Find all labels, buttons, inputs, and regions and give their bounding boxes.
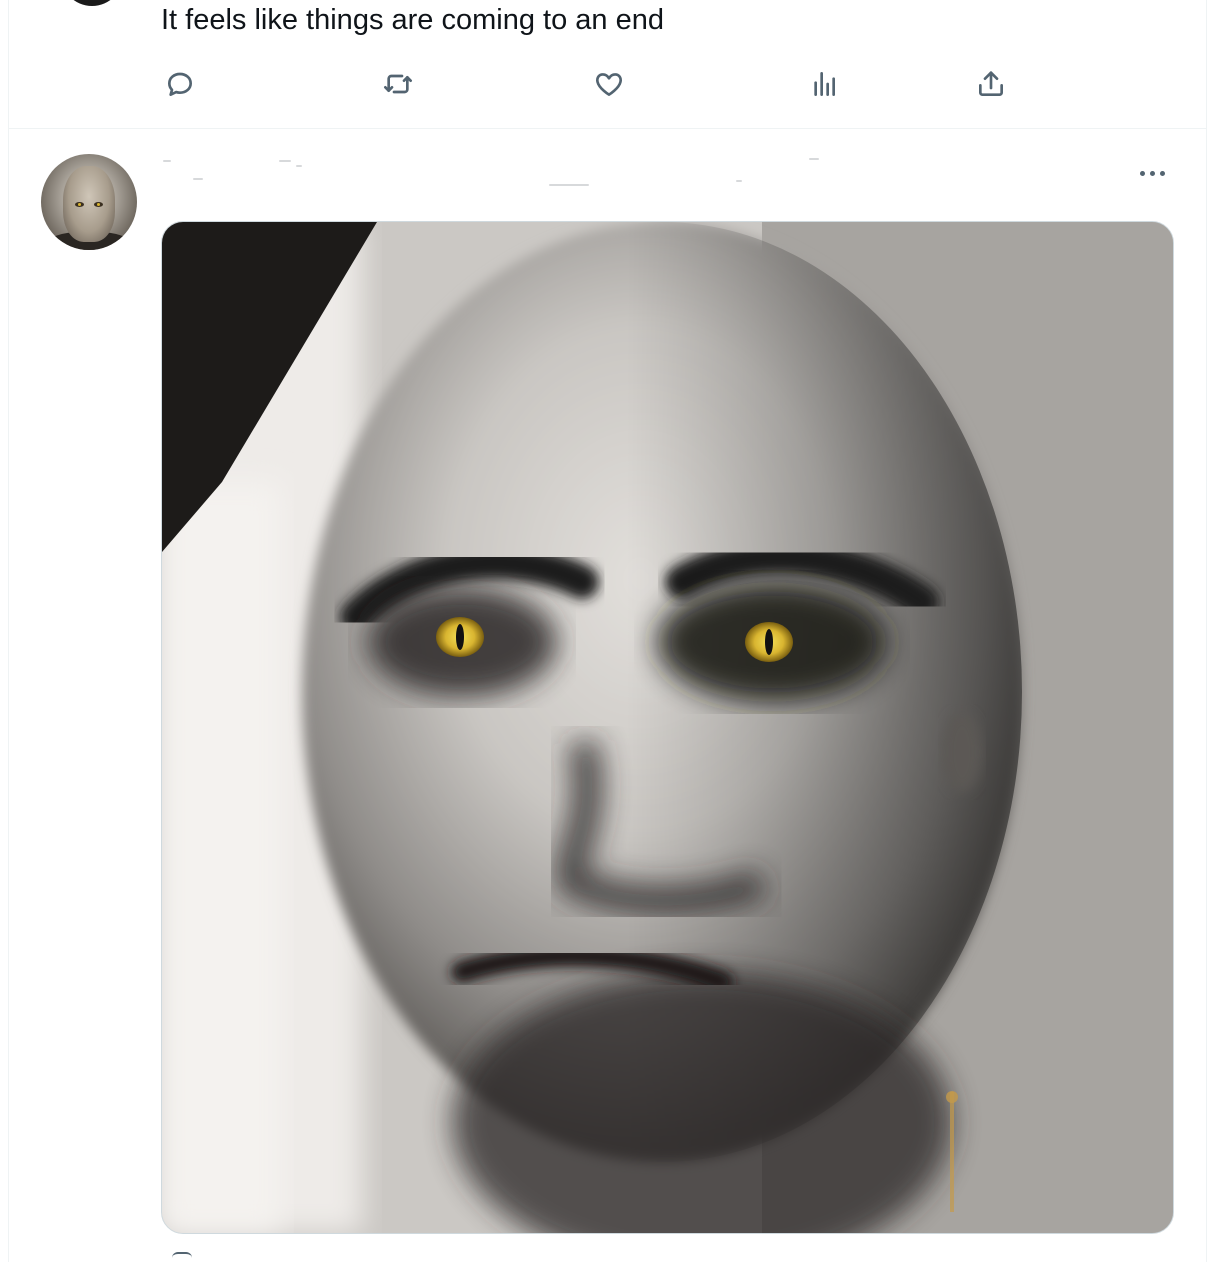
tweet-actions	[150, 62, 1030, 106]
more-button[interactable]	[1130, 156, 1174, 190]
timeline-border-left	[8, 0, 9, 1262]
media-photo	[162, 222, 1173, 1233]
timeline: It feels like things are coming to an en…	[0, 0, 1229, 1262]
more-icon	[1139, 170, 1145, 176]
reply-button[interactable]	[158, 62, 202, 106]
tweet-header	[161, 150, 861, 190]
retweet-icon	[384, 74, 412, 94]
share-icon	[979, 71, 1003, 96]
tweet-divider	[8, 128, 1207, 129]
tweet-media[interactable]	[161, 221, 1174, 1234]
avatar[interactable]	[60, 0, 124, 6]
share-button[interactable]	[969, 62, 1013, 106]
reply-icon	[168, 72, 192, 96]
retweet-button[interactable]	[376, 62, 420, 106]
heart-icon	[596, 73, 622, 96]
avatar[interactable]	[41, 154, 137, 250]
like-button[interactable]	[587, 62, 631, 106]
tweet-text: It feels like things are coming to an en…	[161, 4, 664, 36]
analytics-icon	[814, 72, 835, 96]
next-tweet-icon	[172, 1252, 192, 1262]
timeline-border-right	[1206, 0, 1207, 1262]
views-button[interactable]	[803, 62, 847, 106]
